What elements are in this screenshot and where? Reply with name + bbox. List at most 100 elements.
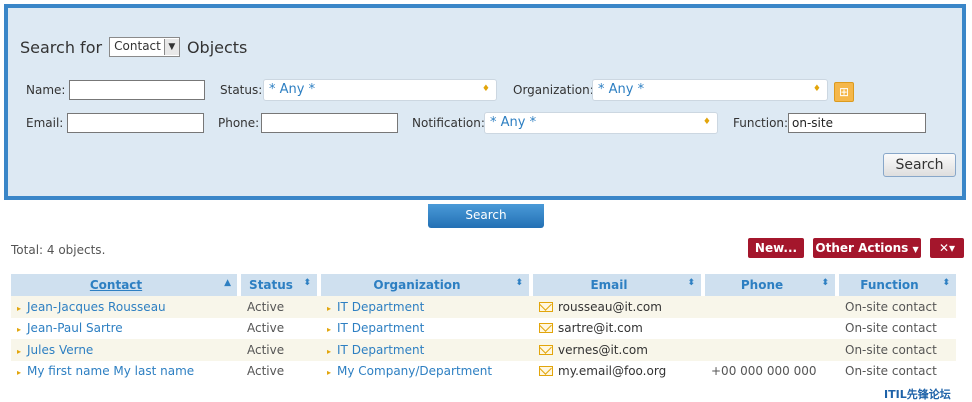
organization-cell[interactable]: ▸ IT Department [321, 296, 533, 318]
table-row: ▸ Jules Verne Active ▸ IT Department verne… [11, 339, 956, 361]
function-cell: On-site contact [839, 296, 956, 318]
notification-select[interactable]: * Any * ♦ [484, 112, 718, 134]
chevron-down-icon: ♦ [812, 84, 821, 94]
email-link[interactable]: my.email@foo.org [558, 364, 666, 378]
search-title: Search for Contact ▼ Objects [20, 36, 248, 59]
phone-label: Phone: [218, 116, 260, 130]
phone-cell: +00 000 000 000 [705, 360, 839, 382]
bullet-icon: ▸ [327, 325, 332, 335]
organization-select[interactable]: * Any * ♦ [592, 79, 828, 101]
email-cell[interactable]: my.email@foo.org [533, 360, 705, 382]
email-input[interactable] [67, 113, 204, 133]
contact-link[interactable]: Jean-Jacques Rousseau [27, 300, 166, 314]
organization-select-value: * Any * [598, 82, 645, 97]
email-cell[interactable]: sartre@it.com [533, 317, 705, 339]
results-total: Total: 4 objects. [11, 243, 106, 257]
table-row: ▸ Jean-Paul Sartre Active ▸ IT Department … [11, 317, 956, 339]
chevron-down-icon: ♦ [481, 84, 490, 94]
column-label: Contact [89, 278, 143, 292]
chevron-down-icon: ♦ [702, 117, 711, 127]
chevron-down-icon: ▼ [912, 245, 919, 254]
search-button[interactable]: Search [883, 153, 956, 177]
organization-link[interactable]: IT Department [337, 321, 424, 335]
organization-cell[interactable]: ▸ IT Department [321, 317, 533, 339]
sort-icon: ⬍ [303, 278, 311, 288]
sort-icon: ⬍ [687, 278, 695, 288]
status-cell: Active [241, 339, 321, 361]
column-header-email[interactable]: Email ⬍ [533, 274, 705, 296]
organization-cell[interactable]: ▸ IT Department [321, 339, 533, 361]
column-label: Phone [740, 278, 784, 292]
search-panel: Search for Contact ▼ Objects Name: Status… [4, 4, 966, 200]
function-cell: On-site contact [839, 317, 956, 339]
email-cell[interactable]: vernes@it.com [533, 339, 705, 361]
column-header-phone[interactable]: Phone ⬍ [705, 274, 839, 296]
status-select[interactable]: * Any * ♦ [263, 79, 497, 101]
column-header-organization[interactable]: Organization ⬍ [321, 274, 533, 296]
contact-cell[interactable]: ▸ Jean-Paul Sartre [11, 317, 241, 339]
contact-cell[interactable]: ▸ My first name My last name [11, 360, 241, 382]
tree-icon: ⊞ [838, 85, 850, 99]
search-title-suffix: Objects [186, 38, 248, 57]
phone-cell [705, 339, 839, 361]
chevron-down-icon: ▼ [163, 38, 179, 55]
name-input[interactable] [69, 80, 205, 100]
function-input[interactable]: on-site [788, 113, 926, 133]
table-header-row: Contact ▲ Status ⬍ Organization ⬍ Email ⬍ Ph… [11, 274, 956, 296]
mail-icon [539, 366, 553, 377]
sort-icon: ⬍ [942, 278, 950, 288]
object-type-value: Contact [114, 38, 161, 53]
phone-input[interactable] [261, 113, 398, 133]
email-link[interactable]: sartre@it.com [558, 321, 643, 335]
table-row: ▸ Jean-Jacques Rousseau Active ▸ IT Depart… [11, 296, 956, 318]
contact-cell[interactable]: ▸ Jean-Jacques Rousseau [11, 296, 241, 318]
function-cell: On-site contact [839, 360, 956, 382]
name-label: Name: [26, 83, 66, 97]
tools-button[interactable]: ✕▾ [930, 238, 964, 258]
contact-link[interactable]: Jules Verne [27, 343, 93, 357]
sort-asc-icon: ▲ [224, 278, 231, 288]
new-button[interactable]: New... [748, 238, 804, 258]
other-actions-button[interactable]: Other Actions ▼ [813, 238, 921, 258]
bullet-icon: ▸ [17, 346, 22, 356]
contact-link[interactable]: My first name My last name [27, 364, 194, 378]
status-select-value: * Any * [269, 82, 316, 97]
contact-cell[interactable]: ▸ Jules Verne [11, 339, 241, 361]
bullet-icon: ▸ [17, 368, 22, 378]
bullet-icon: ▸ [17, 325, 22, 335]
mail-icon [539, 301, 553, 312]
email-label: Email: [26, 116, 64, 130]
phone-cell [705, 317, 839, 339]
column-label: Email [590, 278, 628, 292]
column-label: Status [249, 278, 293, 292]
email-link[interactable]: rousseau@it.com [558, 300, 662, 314]
column-header-function[interactable]: Function ⬍ [839, 274, 956, 296]
results-table: Contact ▲ Status ⬍ Organization ⬍ Email ⬍ Ph… [11, 274, 956, 382]
organization-label: Organization: [513, 83, 594, 97]
bullet-icon: ▸ [327, 346, 332, 356]
contact-link[interactable]: Jean-Paul Sartre [27, 321, 123, 335]
column-header-status[interactable]: Status ⬍ [241, 274, 321, 296]
email-link[interactable]: vernes@it.com [558, 343, 648, 357]
organization-link[interactable]: My Company/Department [337, 364, 492, 378]
other-actions-label: Other Actions [815, 241, 909, 255]
bullet-icon: ▸ [327, 303, 332, 313]
object-type-select[interactable]: Contact ▼ [109, 36, 180, 57]
organization-cell[interactable]: ▸ My Company/Department [321, 360, 533, 382]
organization-link[interactable]: IT Department [337, 343, 424, 357]
column-label: Organization [373, 278, 461, 292]
tab-search[interactable]: Search [428, 204, 544, 228]
search-title-prefix: Search for [20, 38, 103, 57]
status-cell: Active [241, 317, 321, 339]
bullet-icon: ▸ [17, 303, 22, 313]
organization-tree-button[interactable]: ⊞ [834, 82, 854, 102]
column-header-contact[interactable]: Contact ▲ [11, 274, 241, 296]
email-cell[interactable]: rousseau@it.com [533, 296, 705, 318]
organization-link[interactable]: IT Department [337, 300, 424, 314]
status-cell: Active [241, 296, 321, 318]
mail-icon [539, 323, 553, 334]
sort-icon: ⬍ [821, 278, 829, 288]
function-cell: On-site contact [839, 339, 956, 361]
phone-cell [705, 296, 839, 318]
watermark: ITIL先锋论坛 [884, 388, 951, 401]
